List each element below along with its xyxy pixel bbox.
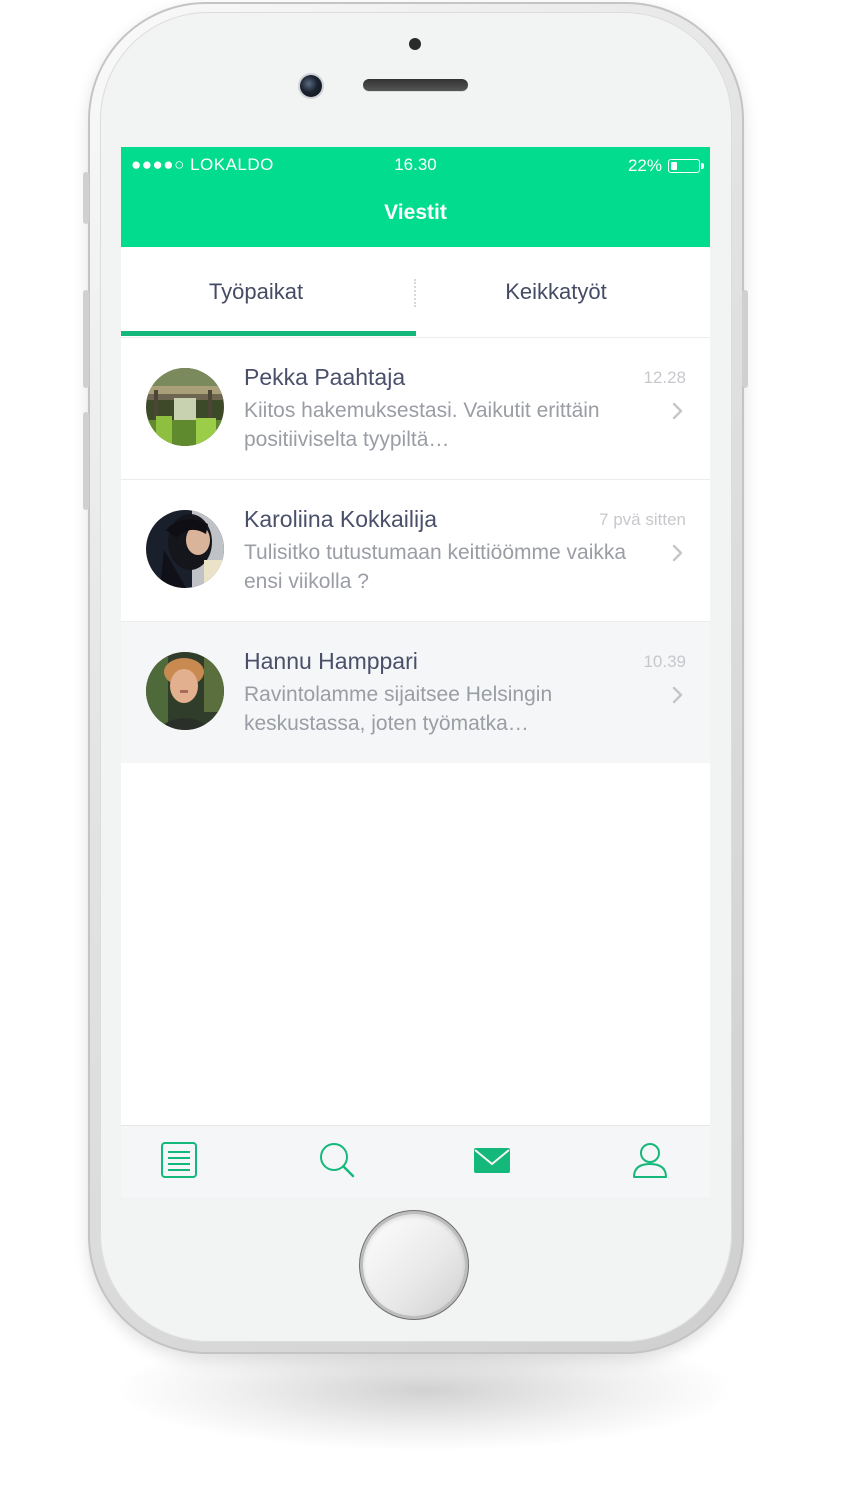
status-time: 16.30 [394,155,437,174]
conversation-row[interactable]: Karoliina Kokkailija 7 pvä sitten Tulisi… [121,480,710,622]
avatar [146,368,224,446]
message-preview: Kiitos hakemuksestasi. Vaikutit erittäin… [244,399,600,451]
woman-photo-avatar [146,510,224,588]
message-preview: Ravintolamme sijaitsee Helsingin keskust… [244,683,553,735]
tab-divider [414,279,416,307]
avatar [146,510,224,588]
tab-bar-list[interactable] [159,1140,199,1180]
battery-status: 22% [627,156,704,176]
earpiece-speaker [363,79,468,91]
conversation-row[interactable]: Hannu Hamppari 10.39 Ravintolamme sijait… [121,622,710,763]
tab-bar-messages[interactable] [472,1140,512,1180]
power-button [742,290,748,388]
conversation-list: Pekka Paahtaja 12.28 Kiitos hakemuksesta… [121,338,710,763]
message-time: 12.28 [643,368,686,387]
chevron-right-icon [672,544,683,562]
bottom-tab-bar [121,1125,710,1197]
battery-fill [671,162,677,170]
app-screen: ●●●●○ LOKALDO 16.30 22% Viestit Työpaika… [121,147,710,1197]
profile-icon [633,1143,667,1178]
active-tab-indicator [121,331,416,336]
tab-tyopaikat[interactable]: Työpaikat [121,247,391,337]
message-time: 10.39 [643,652,686,671]
volume-down-button [83,412,89,510]
proximity-sensor [409,38,421,50]
page-title: Viestit [384,201,447,224]
contact-name: Pekka Paahtaja [244,364,406,390]
mute-switch [83,172,89,224]
message-preview: Tulisitko tutustumaan keittiöömme vaikka… [244,541,627,593]
battery-percent: 22% [627,156,662,175]
tab-keikkatyot[interactable]: Keikkatyöt [421,247,691,337]
volume-up-button [83,290,89,388]
list-icon [161,1142,197,1178]
home-button[interactable] [363,1214,465,1316]
message-time: 7 pvä sitten [599,510,686,529]
chevron-right-icon [672,402,683,420]
contact-name: Karoliina Kokkailija [244,506,438,532]
segment-tabs: Työpaikat Keikkatyöt [121,247,710,338]
contact-name: Hannu Hamppari [244,648,418,674]
battery-icon [668,159,704,173]
conversation-row[interactable]: Pekka Paahtaja 12.28 Kiitos hakemuksesta… [121,338,710,480]
search-icon [320,1143,355,1178]
avatar [146,652,224,730]
dock-photo-avatar [146,368,224,446]
man-photo-avatar [146,652,224,730]
header-bar: ●●●●○ LOKALDO 16.30 22% Viestit [121,147,710,247]
chevron-right-icon [672,686,683,704]
tab-bar-profile[interactable] [630,1140,670,1180]
tab-bar-search[interactable] [317,1140,357,1180]
mail-icon [474,1148,510,1173]
front-camera [300,75,322,97]
